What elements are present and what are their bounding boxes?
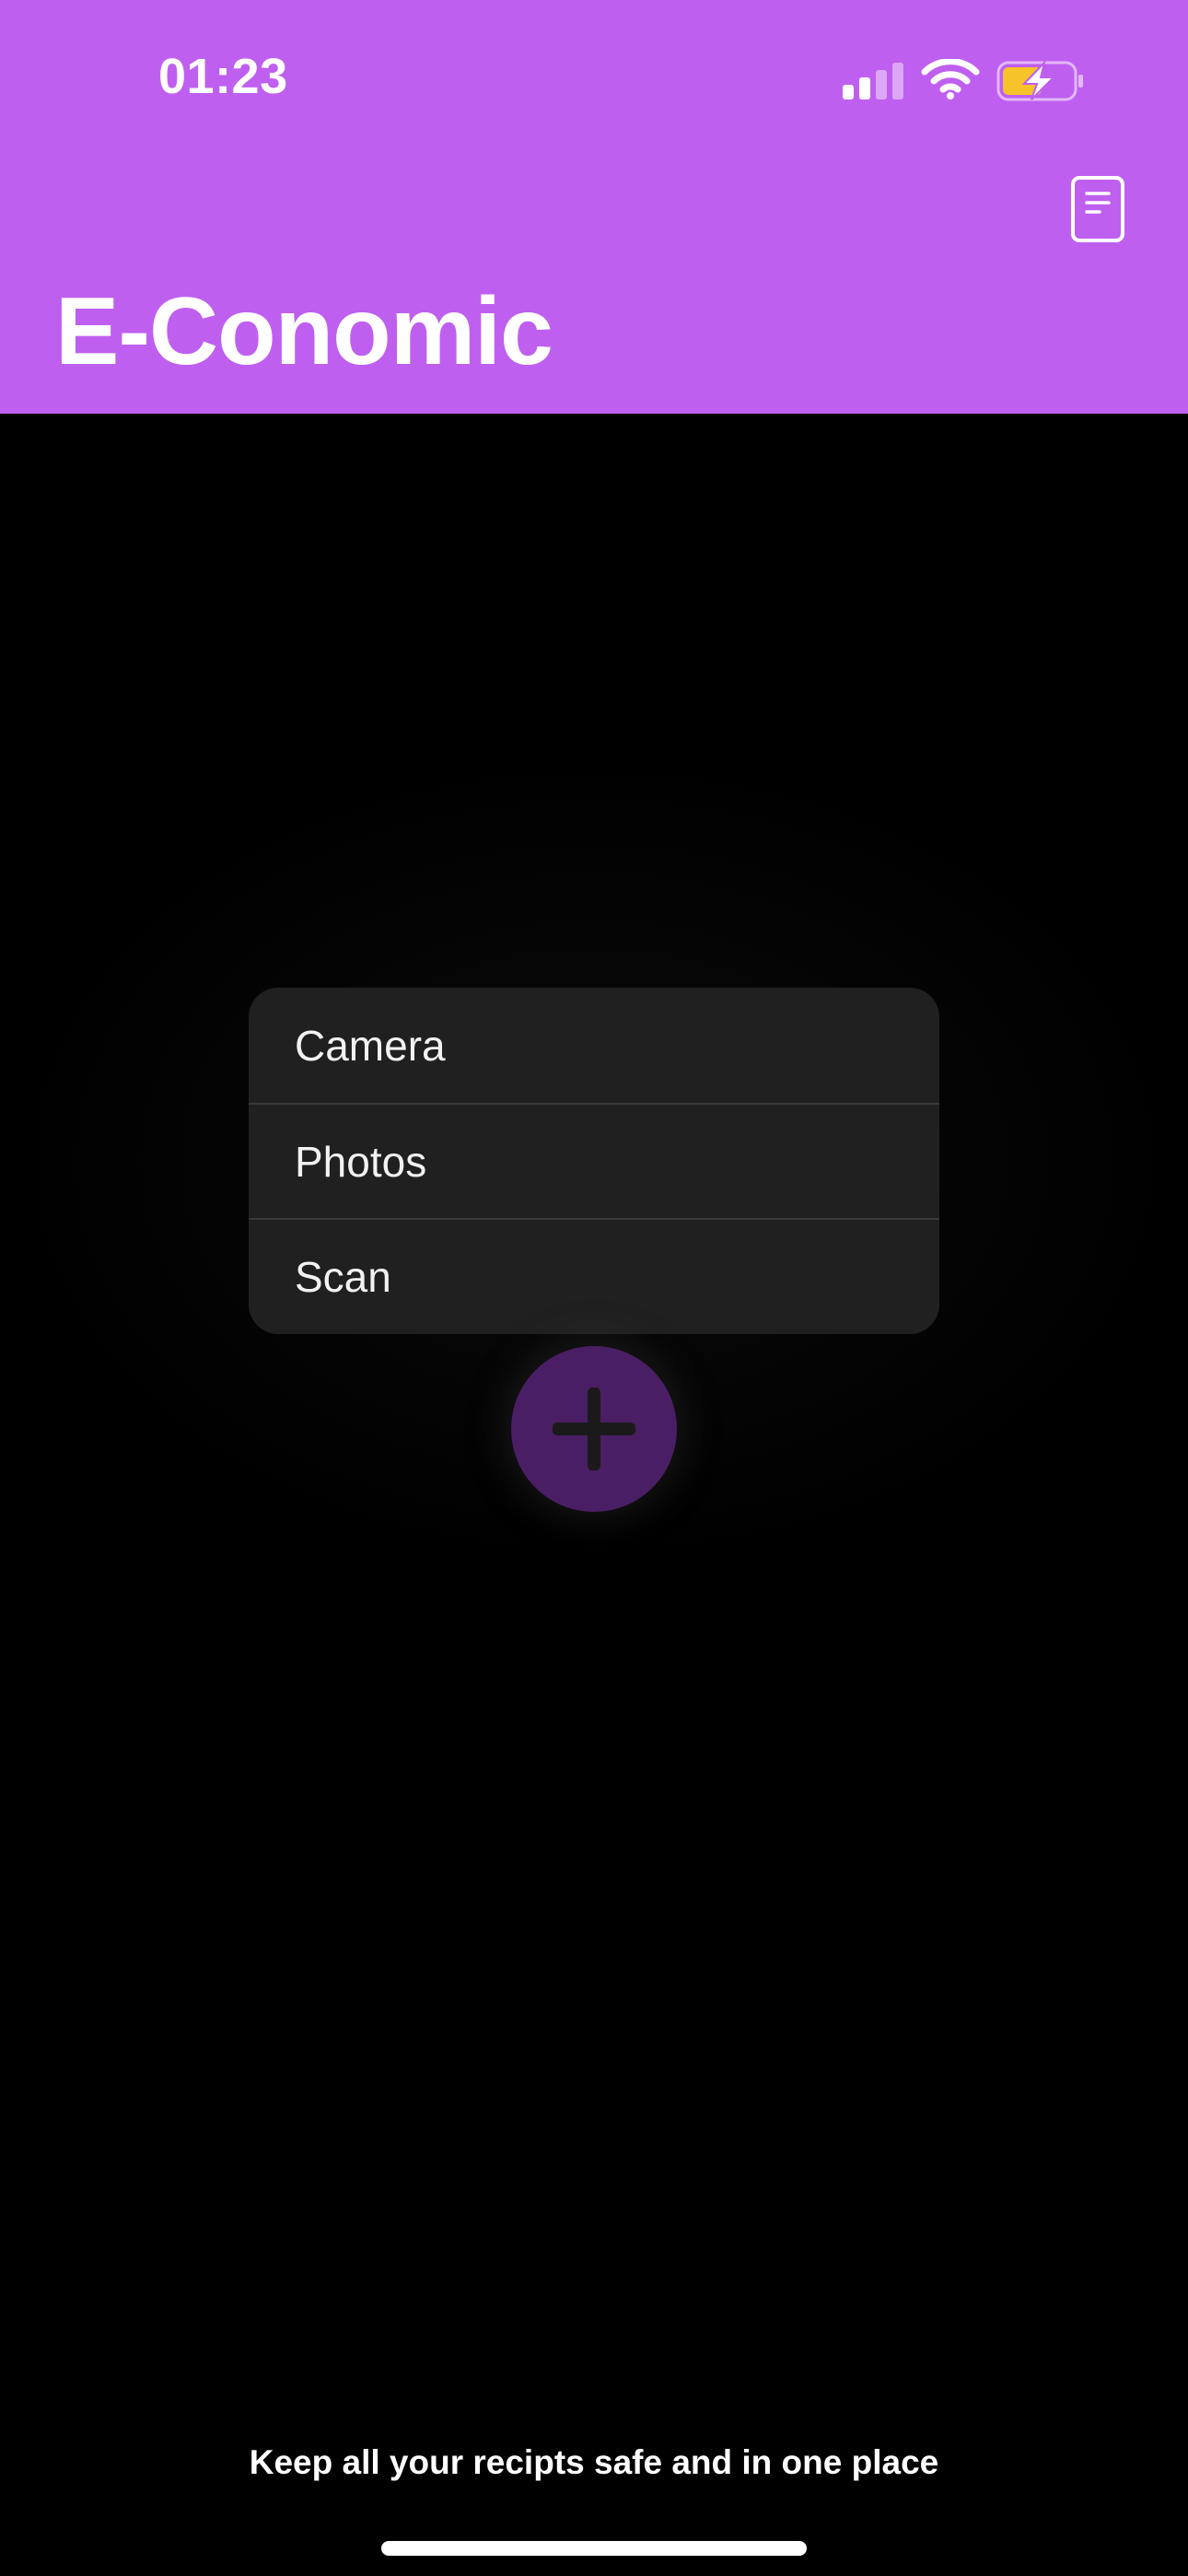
home-indicator[interactable] bbox=[381, 2541, 807, 2556]
plus-icon bbox=[553, 1388, 635, 1470]
add-source-menu: Camera Photos Scan bbox=[249, 988, 939, 1334]
signal-icon bbox=[843, 63, 903, 100]
document-icon bbox=[1071, 176, 1124, 242]
footer-tagline: Keep all your recipts safe and in one pl… bbox=[249, 2443, 939, 2481]
wifi-icon bbox=[921, 59, 980, 100]
document-button[interactable] bbox=[1070, 175, 1127, 245]
menu-item-scan[interactable]: Scan bbox=[249, 1218, 939, 1333]
battery-charging-icon bbox=[996, 59, 1083, 101]
app-header: 01:23 E-Conomic bbox=[0, 0, 1188, 414]
menu-item-camera[interactable]: Camera bbox=[249, 988, 939, 1103]
add-button[interactable] bbox=[511, 1346, 677, 1512]
menu-item-photos[interactable]: Photos bbox=[249, 1103, 939, 1218]
page-title: E-Conomic bbox=[55, 278, 553, 385]
status-icons bbox=[0, 55, 1188, 111]
